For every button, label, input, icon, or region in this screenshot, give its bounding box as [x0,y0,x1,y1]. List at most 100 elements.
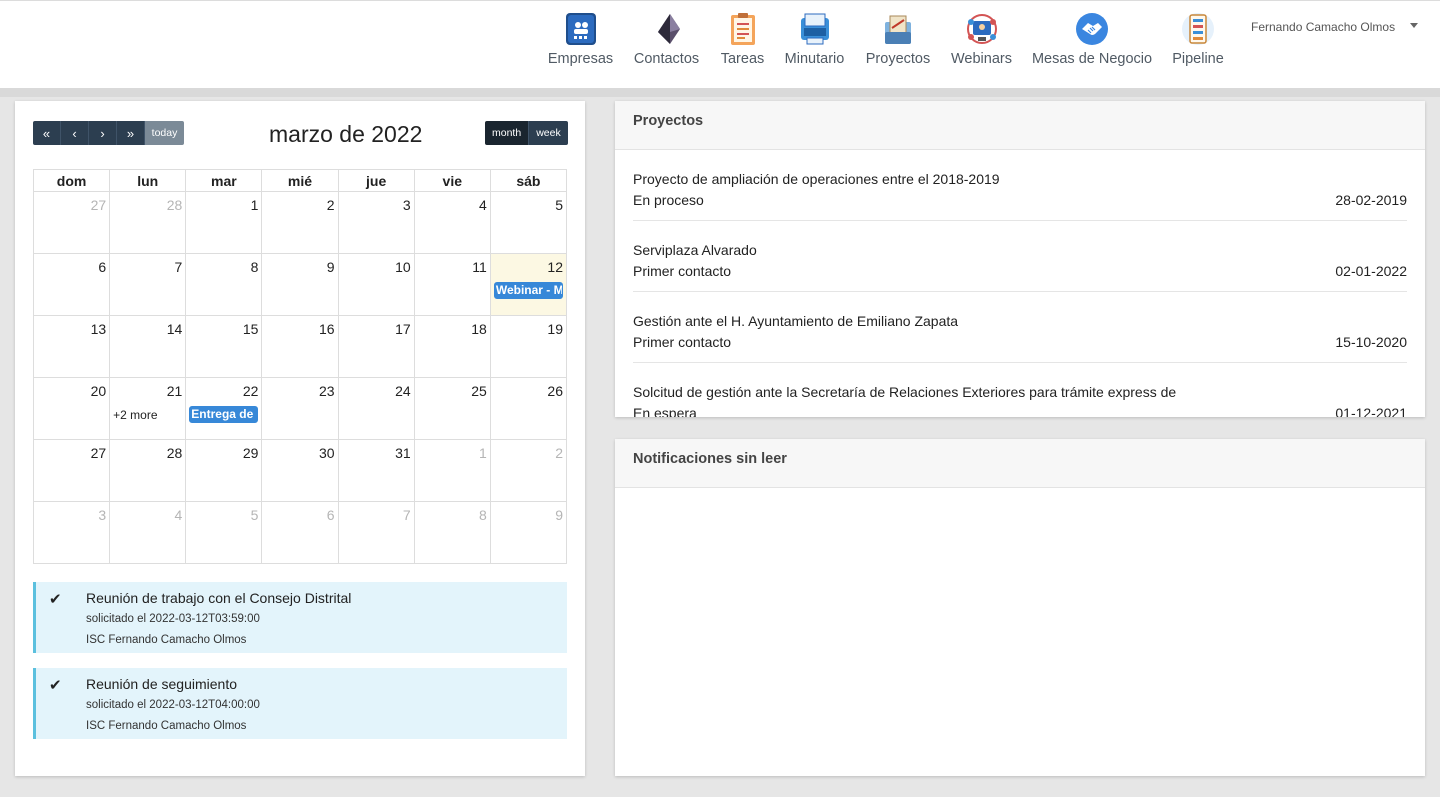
day-cell[interactable]: 4 [414,192,491,254]
next-year-button[interactable]: » [117,121,145,145]
nav-minutario[interactable]: Minutario [773,1,856,89]
day-cell[interactable]: 6 [34,254,111,316]
day-cell[interactable]: 21 +2 more [110,378,187,440]
day-cell[interactable]: 3 [338,192,415,254]
prev-month-button[interactable]: ‹ [61,121,89,145]
day-number[interactable]: 2 [327,197,335,213]
project-item[interactable]: Serviplaza Alvarado Primer contacto 02-0… [633,221,1407,292]
day-cell[interactable]: 6 [262,502,339,564]
day-number[interactable]: 23 [319,383,335,399]
nav-empresas[interactable]: Empresas [540,1,621,89]
day-cell[interactable]: 7 [110,254,187,316]
day-number[interactable]: 28 [167,197,183,213]
day-number[interactable]: 5 [555,197,563,213]
calendar-event[interactable]: Webinar - M [493,282,563,299]
day-cell[interactable]: 17 [338,316,415,378]
day-number[interactable]: 24 [395,383,411,399]
project-item[interactable]: Solcitud de gestión ante la Secretaría d… [633,363,1407,417]
chevron-down-icon[interactable] [1410,23,1418,28]
nav-mesas-de-negocio[interactable]: Mesas de Negocio [1023,1,1161,89]
day-cell[interactable]: 11 [414,254,491,316]
nav-tareas[interactable]: Tareas [712,1,773,89]
day-cell[interactable]: 2 [262,192,339,254]
day-cell[interactable]: 5 [186,502,263,564]
day-number[interactable]: 19 [547,321,563,337]
day-cell[interactable]: 8 [414,502,491,564]
day-cell[interactable]: 12 Webinar - M [490,254,567,316]
day-number[interactable]: 27 [91,197,107,213]
day-number[interactable]: 22 [243,383,259,399]
day-cell[interactable]: 28 [110,440,187,502]
day-cell[interactable]: 20 [34,378,111,440]
day-cell[interactable]: 27 [34,440,111,502]
calendar-event[interactable]: Entrega de c [189,406,259,423]
day-number[interactable]: 5 [251,507,259,523]
day-cell[interactable]: 19 [490,316,567,378]
day-cell[interactable]: 1 [414,440,491,502]
day-number[interactable]: 9 [555,507,563,523]
day-number[interactable]: 7 [403,507,411,523]
day-number[interactable]: 4 [479,197,487,213]
day-number[interactable]: 6 [327,507,335,523]
day-number[interactable]: 31 [395,445,411,461]
day-number[interactable]: 11 [472,259,487,275]
day-cell[interactable]: 22 Entrega de c [186,378,263,440]
day-number[interactable]: 8 [479,507,487,523]
user-menu[interactable]: Fernando Camacho Olmos [1251,20,1395,34]
day-number[interactable]: 16 [319,321,335,337]
day-number[interactable]: 9 [327,259,335,275]
day-number[interactable]: 18 [471,321,487,337]
day-number[interactable]: 17 [395,321,411,337]
day-cell[interactable]: 9 [262,254,339,316]
day-number[interactable]: 27 [91,445,107,461]
day-number[interactable]: 8 [251,259,259,275]
day-cell[interactable]: 23 [262,378,339,440]
next-month-button[interactable]: › [89,121,117,145]
day-cell[interactable]: 24 [338,378,415,440]
day-number[interactable]: 3 [98,507,106,523]
day-number[interactable]: 3 [403,197,411,213]
day-cell[interactable]: 1 [186,192,263,254]
prev-year-button[interactable]: « [33,121,61,145]
day-number[interactable]: 20 [91,383,107,399]
day-number[interactable]: 30 [319,445,335,461]
day-cell[interactable]: 18 [414,316,491,378]
day-number[interactable]: 29 [243,445,259,461]
nav-pipeline[interactable]: Pipeline [1161,1,1235,89]
day-cell[interactable]: 16 [262,316,339,378]
day-cell[interactable]: 9 [490,502,567,564]
day-cell[interactable]: 31 [338,440,415,502]
day-number[interactable]: 7 [174,259,182,275]
day-number[interactable]: 26 [547,383,563,399]
nav-contactos[interactable]: Contactos [621,1,712,89]
request-item[interactable]: ✔ Reunión de seguimiento solicitado el 2… [33,668,567,739]
day-cell[interactable]: 15 [186,316,263,378]
day-number[interactable]: 1 [251,197,259,213]
request-item[interactable]: ✔ Reunión de trabajo con el Consejo Dist… [33,582,567,653]
day-number[interactable]: 13 [91,321,107,337]
nav-webinars[interactable]: Webinars [940,1,1023,89]
today-button[interactable]: today [145,121,184,145]
more-events-link[interactable]: +2 more [113,408,157,422]
day-number[interactable]: 21 [167,383,183,399]
day-cell[interactable]: 8 [186,254,263,316]
day-cell[interactable]: 25 [414,378,491,440]
day-cell[interactable]: 14 [110,316,187,378]
week-view-button[interactable]: week [529,121,568,145]
project-item[interactable]: Proyecto de ampliación de operaciones en… [633,150,1407,221]
day-cell[interactable]: 3 [34,502,111,564]
day-cell[interactable]: 30 [262,440,339,502]
day-number[interactable]: 10 [395,259,411,275]
nav-proyectos[interactable]: Proyectos [856,1,940,89]
day-number[interactable]: 12 [547,259,563,275]
day-cell[interactable]: 10 [338,254,415,316]
day-cell[interactable]: 27 [34,192,111,254]
day-number[interactable]: 6 [98,259,106,275]
day-number[interactable]: 25 [471,383,487,399]
day-cell[interactable]: 13 [34,316,111,378]
day-cell[interactable]: 29 [186,440,263,502]
day-cell[interactable]: 4 [110,502,187,564]
day-cell[interactable]: 5 [490,192,567,254]
day-number[interactable]: 4 [174,507,182,523]
day-number[interactable]: 1 [479,445,487,461]
